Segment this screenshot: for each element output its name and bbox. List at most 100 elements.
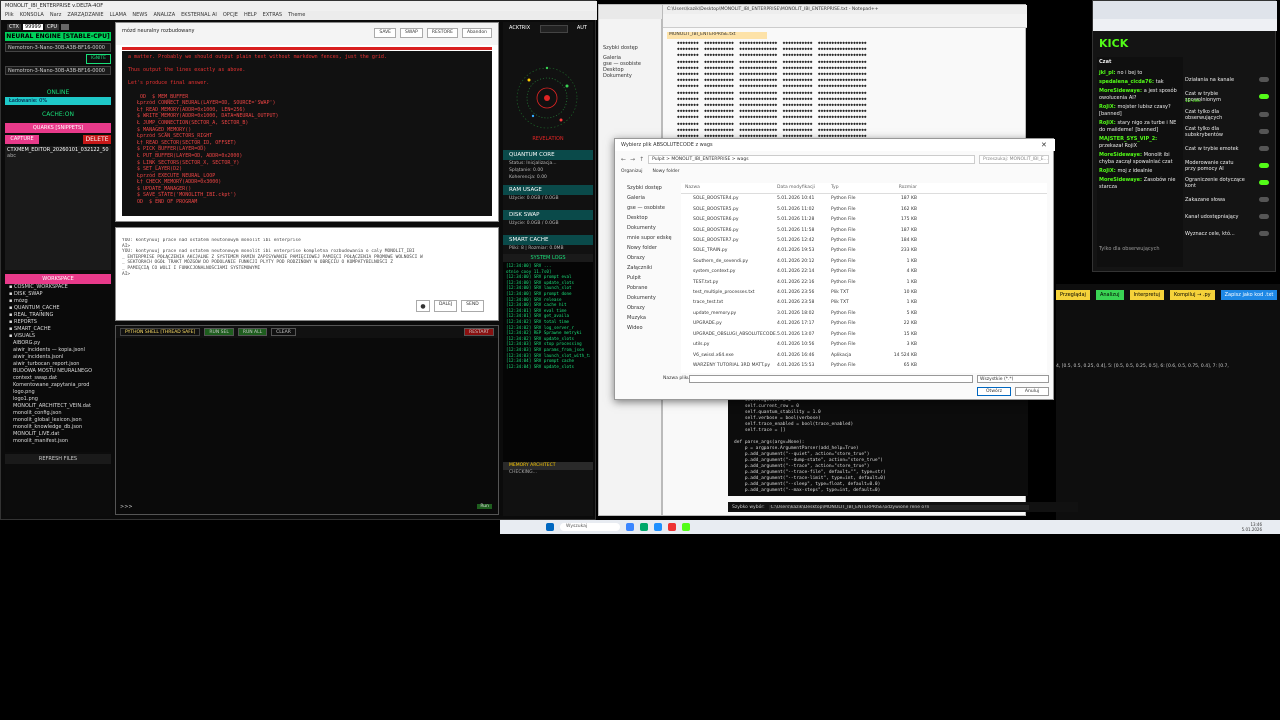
shell-prompt[interactable]: >>> bbox=[120, 504, 133, 510]
file-row[interactable]: WARZENY TUTORIAL 3RD MATT.py 4.01.2026 15… bbox=[681, 361, 1047, 371]
filename-input[interactable] bbox=[689, 375, 973, 383]
workspace-file[interactable]: MONOLIT_ARCHITECT_VEIN.dat bbox=[5, 403, 111, 410]
toggle-switch[interactable] bbox=[1259, 214, 1269, 219]
open-button[interactable]: Otwórz bbox=[977, 387, 1011, 396]
dialog-nav-item[interactable]: Muzyka bbox=[619, 313, 677, 323]
file-row[interactable]: UPGRADE_OBSLUGI_ABSOLUTECODE.py 5.01.2026… bbox=[681, 330, 1047, 340]
menu-item[interactable]: ANALIZA bbox=[153, 12, 175, 19]
dialog-nav-item[interactable]: Dokumenty bbox=[619, 223, 677, 233]
workspace-folder[interactable]: ▪ SMART_CACHE bbox=[5, 326, 111, 333]
toggle-switch[interactable] bbox=[1259, 94, 1269, 99]
tool-button[interactable]: Interpretuj bbox=[1129, 290, 1165, 300]
menu-item[interactable]: OPCJE bbox=[223, 12, 238, 19]
capture-button[interactable]: CAPTURE bbox=[5, 135, 39, 144]
dialog-nav-item[interactable]: Galeria bbox=[619, 193, 677, 203]
run-all-button[interactable]: RUN ALL bbox=[237, 328, 268, 336]
snippet-item[interactable]: CTXMEM_EDITOR_20260101_032122_50 bbox=[7, 147, 109, 153]
code-area[interactable]: a matter. Probably we should output plai… bbox=[122, 51, 492, 216]
dialog-nav-item[interactable]: Nowy folder bbox=[619, 243, 677, 253]
file-row[interactable]: test_multiple_processes.txt 4.01.2026 23:… bbox=[681, 288, 1047, 298]
chat-username[interactable]: spedalena_cicda76: bbox=[1099, 79, 1156, 85]
menu-item[interactable]: EXTRAS bbox=[263, 12, 282, 19]
record-icon[interactable]: ● bbox=[416, 300, 430, 312]
taskbar-search[interactable]: Wyszukaj bbox=[560, 523, 620, 531]
explorer-icon[interactable] bbox=[626, 523, 634, 531]
workspace-file[interactable]: Komentowane_zapytania_prod bbox=[5, 382, 111, 389]
up-arrow-icon[interactable]: ↑ bbox=[639, 156, 644, 163]
save-button[interactable]: SAVE bbox=[374, 28, 397, 38]
edge-icon[interactable] bbox=[640, 523, 648, 531]
kick-app-icon[interactable] bbox=[682, 523, 690, 531]
workspace-file[interactable]: logo1.png bbox=[5, 396, 111, 403]
swap-button[interactable]: SWAP bbox=[400, 28, 423, 38]
store-icon[interactable] bbox=[654, 523, 662, 531]
cancel-button[interactable]: Anuluj bbox=[1015, 387, 1049, 396]
workspace-file[interactable]: context_swap.dat bbox=[5, 375, 111, 382]
ignite-button[interactable]: IGNITE bbox=[85, 54, 111, 64]
workspace-folder[interactable]: ▪ REAL_TRAINING bbox=[5, 312, 111, 319]
path-bar[interactable]: Pulpit > MONOLIT_IBI_ENTERPRISE > wags bbox=[648, 154, 975, 164]
menu-item[interactable]: LLAMA bbox=[110, 12, 127, 19]
file-row[interactable]: utils.py 4.01.2026 10:56 Python File 3 KB bbox=[681, 340, 1047, 350]
column-header[interactable]: Rozmiar bbox=[877, 183, 917, 193]
menu-item[interactable]: ZARZĄDZANIE bbox=[67, 12, 103, 19]
notepad-tab[interactable]: MONOLIT_IBI_ENTERPRISE.txt bbox=[667, 32, 767, 39]
shell-run-button[interactable]: Run bbox=[477, 504, 492, 509]
file-row[interactable]: SOLE_BOOSTER7.py 5.01.2026 12:42 Python Fi… bbox=[681, 236, 1047, 246]
toggle-switch[interactable] bbox=[1259, 146, 1269, 151]
clear-button[interactable]: CLEAR bbox=[271, 328, 296, 336]
acktrix-select[interactable] bbox=[539, 25, 568, 33]
filetype-select[interactable]: Wszystkie (*.*) bbox=[977, 375, 1049, 383]
toggle-switch[interactable] bbox=[1259, 77, 1269, 82]
restart-button[interactable]: RESTART bbox=[464, 328, 494, 336]
toggle-switch[interactable] bbox=[1259, 112, 1269, 117]
chat-username[interactable]: MAJSTER_SYS_VIP_2: bbox=[1099, 136, 1157, 142]
model-select-1[interactable]: Nemotron-3-Nano-30B-A3B-BF16-0000 bbox=[5, 43, 111, 52]
workspace-file[interactable]: AIBORG.py bbox=[5, 340, 111, 347]
workspace-file[interactable]: monolit_global_lexicon.json bbox=[5, 417, 111, 424]
dialog-nav-item[interactable]: Wideo bbox=[619, 323, 677, 333]
dialog-nav-item[interactable]: Desktop bbox=[619, 213, 677, 223]
tool-button[interactable]: Przeglądaj bbox=[1056, 290, 1090, 300]
workspace-file[interactable]: aiwir_incidents — kopia.jsonl bbox=[5, 347, 111, 354]
workspace-folder[interactable]: ▪ DISK_SWAP bbox=[5, 291, 111, 298]
chat-username[interactable]: jkl_pl: bbox=[1099, 70, 1117, 76]
chat-username[interactable]: RoJiX: bbox=[1099, 104, 1117, 110]
menu-item[interactable]: KONSOLA bbox=[20, 12, 44, 19]
dialog-nav-item[interactable]: Pulpit bbox=[619, 273, 677, 283]
quick-select-input[interactable]: C:\Users\kazik\Desktop\MONOLIT_IBI_ENTER… bbox=[768, 504, 1029, 510]
column-header[interactable]: Data modyfikacji bbox=[777, 183, 831, 193]
chrome-icon[interactable] bbox=[668, 523, 676, 531]
ctx-input[interactable]: 99999 bbox=[22, 24, 43, 30]
back-arrow-icon[interactable]: ← bbox=[621, 156, 626, 163]
menu-item[interactable]: Narz bbox=[50, 12, 61, 19]
workspace-file[interactable]: aiwir_turbocan_report.json bbox=[5, 361, 111, 368]
tool-button[interactable]: Kompiluj → .py bbox=[1170, 290, 1215, 300]
file-row[interactable]: UPGRADE.py 4.01.2026 17:17 Python File 22 K… bbox=[681, 319, 1047, 329]
menu-item[interactable]: Plik bbox=[5, 12, 14, 19]
workspace-file[interactable]: monolit_manifest.json bbox=[5, 438, 111, 445]
search-field[interactable]: Przeszukaj: MONOLIT_IBI_E... bbox=[979, 154, 1049, 164]
dialog-nav-item[interactable]: Załączniki bbox=[619, 263, 677, 273]
delete-button[interactable]: DELETE bbox=[83, 135, 111, 144]
send-button[interactable]: SEND bbox=[461, 300, 484, 312]
chat-username[interactable]: MoreSidewaye: bbox=[1099, 152, 1144, 158]
explorer-nav-item[interactable]: Dokumenty bbox=[603, 73, 659, 79]
file-row[interactable]: system_context.py 4.01.2026 22:14 Python F… bbox=[681, 267, 1047, 277]
file-row[interactable]: update_memory.py 3.01.2026 18:02 Python Fi… bbox=[681, 309, 1047, 319]
model-select-2[interactable]: Nemotron-3-Nano-30B-A3B-BF16-0000 bbox=[5, 66, 111, 75]
tool-button[interactable]: Analizuj bbox=[1095, 290, 1124, 300]
organize-menu[interactable]: Organizuj bbox=[621, 169, 643, 174]
workspace-file[interactable]: aiwir_incidents.jsonl bbox=[5, 354, 111, 361]
refresh-files-button[interactable]: REFRESH FILES bbox=[5, 454, 111, 464]
file-row[interactable]: SOLE_TRAIN.py 4.01.2026 19:53 Python File 2… bbox=[681, 246, 1047, 256]
toggle-switch[interactable] bbox=[1259, 180, 1269, 185]
file-row[interactable]: SOLE_BOOSTER4.py 5.01.2026 10:41 Python Fi… bbox=[681, 194, 1047, 204]
dialog-nav-item[interactable]: Obrazy bbox=[619, 253, 677, 263]
chat-username[interactable]: RoJiX: bbox=[1099, 168, 1117, 174]
file-row[interactable]: Southern_de_sevendi.py 4.01.2026 20:12 Pyt… bbox=[681, 257, 1047, 267]
forward-arrow-icon[interactable]: → bbox=[630, 156, 635, 163]
column-header[interactable]: Nazwa bbox=[681, 183, 777, 193]
file-row[interactable]: TEST.txt.py 4.01.2026 22:16 Python File 1 K… bbox=[681, 278, 1047, 288]
workspace-file[interactable]: monolit_knowledge_db.json bbox=[5, 424, 111, 431]
